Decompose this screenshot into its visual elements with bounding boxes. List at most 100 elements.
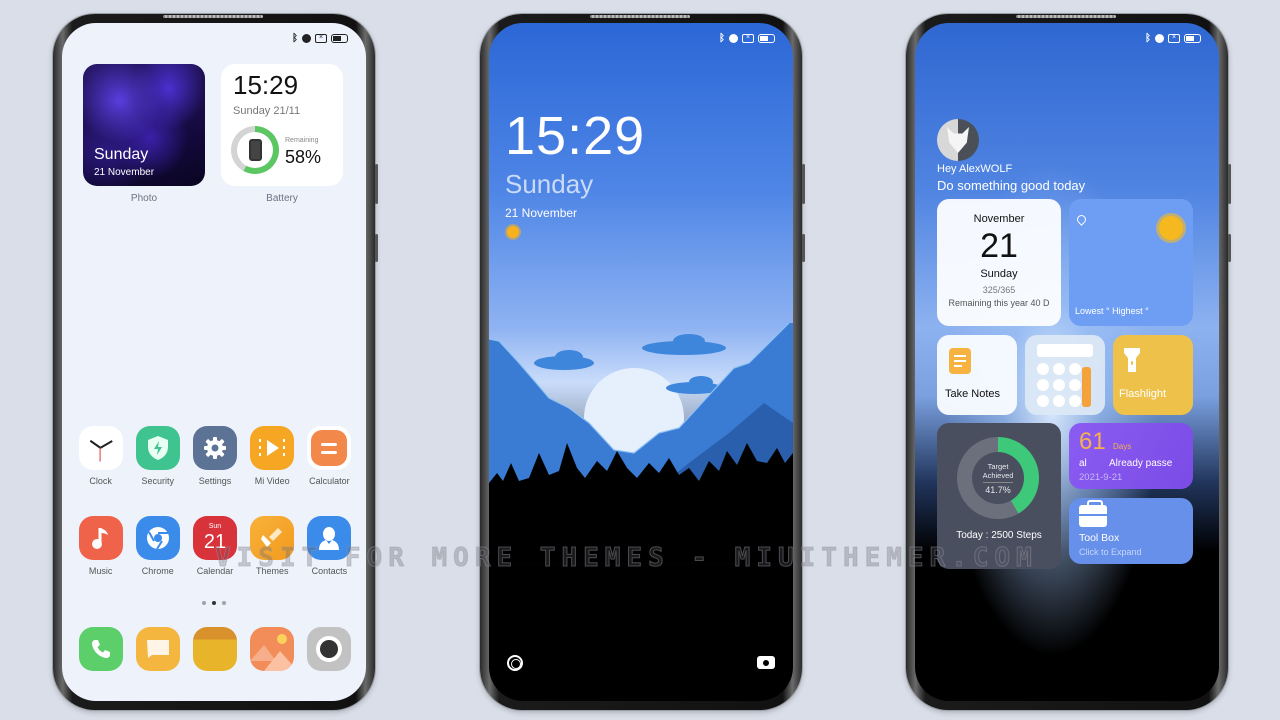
bluetooth-icon: ᛒ bbox=[1145, 33, 1151, 44]
steps-card[interactable]: Target Achieved 41.7% Today : 2500 Steps bbox=[937, 423, 1061, 569]
flashlight-card[interactable]: Flashlight bbox=[1113, 335, 1193, 415]
sun-icon bbox=[507, 226, 519, 238]
calendar-card[interactable]: November 21 Sunday 325/365 Remaining thi… bbox=[937, 199, 1061, 326]
status-bar: ᛒ × bbox=[719, 33, 775, 44]
photo-widget-label: Photo bbox=[130, 193, 158, 204]
app-label: Mi Video bbox=[254, 476, 290, 486]
phone-home-screen: ᛒ × Sunday 21 November Photo 15:29 Sunda… bbox=[53, 14, 378, 710]
wolf-icon bbox=[947, 127, 969, 153]
app-label: Music bbox=[88, 566, 113, 576]
dock-messages[interactable] bbox=[129, 627, 186, 671]
status-bar: ᛒ × bbox=[292, 33, 348, 44]
power-button bbox=[802, 234, 805, 262]
toolbox-card[interactable]: Tool Box Click to Expand bbox=[1069, 498, 1193, 564]
motto: Do something good today bbox=[937, 178, 1086, 193]
steps-percent: 41.7% bbox=[985, 485, 1011, 495]
battery-widget[interactable]: 15:29 Sunday 21/11 Remaining 58% bbox=[221, 64, 343, 186]
app-clock[interactable]: Clock bbox=[72, 426, 129, 486]
year-progress: 325/365 bbox=[982, 285, 1016, 295]
home-screen: ᛒ × Sunday 21 November Photo 15:29 Sunda… bbox=[62, 23, 366, 701]
message-icon bbox=[135, 627, 180, 671]
calendar-day-num: 21 bbox=[203, 531, 227, 553]
dock-phone[interactable] bbox=[72, 627, 129, 671]
lock-screen: ᛒ × 15:29 Sunday 21 November bbox=[489, 23, 793, 701]
dock-camera[interactable] bbox=[301, 627, 358, 671]
power-button bbox=[375, 234, 378, 262]
avatar[interactable] bbox=[937, 119, 979, 161]
app-label: Calendar bbox=[196, 566, 234, 576]
app-security[interactable]: Security bbox=[129, 426, 186, 486]
battery-icon bbox=[331, 34, 348, 43]
no-sim-icon: × bbox=[1168, 34, 1180, 43]
photo-widget-day: Sunday bbox=[94, 146, 149, 163]
app-contacts[interactable]: Contacts bbox=[301, 516, 358, 576]
chrome-icon bbox=[135, 516, 180, 560]
dock-notes[interactable] bbox=[186, 627, 243, 671]
app-chrome[interactable]: Chrome bbox=[129, 516, 186, 576]
battery-widget-label: Battery bbox=[266, 193, 298, 204]
dock bbox=[72, 627, 358, 671]
battery-icon bbox=[758, 34, 775, 43]
sun-icon bbox=[1159, 216, 1183, 240]
page-indicator[interactable] bbox=[62, 601, 366, 605]
phone-icon bbox=[78, 627, 123, 671]
dock-gallery[interactable] bbox=[244, 627, 301, 671]
alarm-icon bbox=[729, 34, 738, 43]
days-unit: Days bbox=[1113, 442, 1132, 451]
app-music[interactable]: Music bbox=[72, 516, 129, 576]
app-calculator[interactable]: Calculator bbox=[301, 426, 358, 486]
status-bar: ᛒ × bbox=[1145, 33, 1201, 44]
days-counter-card[interactable]: 61 Days al Already passe 2021-9-21 bbox=[1069, 423, 1193, 489]
app-calendar[interactable]: Sun 21 Calendar bbox=[186, 516, 243, 576]
power-button bbox=[1228, 234, 1231, 262]
steps-progress-ring: Target Achieved 41.7% bbox=[957, 437, 1039, 519]
app-label: Themes bbox=[255, 566, 289, 576]
volume-button bbox=[1228, 164, 1231, 204]
app-mi-video[interactable]: Mi Video bbox=[244, 426, 301, 486]
battery-icon bbox=[1184, 34, 1201, 43]
app-row-1: Clock Security Settings Mi Video Calcula… bbox=[72, 426, 358, 486]
calendar-day-abbr: Sun bbox=[208, 523, 222, 530]
lock-shortcut-left[interactable] bbox=[507, 655, 523, 671]
mountain-landscape-wallpaper bbox=[489, 322, 793, 563]
volume-button bbox=[802, 164, 805, 204]
flashlight-label: Flashlight bbox=[1119, 388, 1167, 400]
camera-icon bbox=[307, 627, 352, 671]
take-notes-label: Take Notes bbox=[945, 388, 1001, 400]
brush-icon bbox=[250, 516, 295, 560]
flashlight-icon bbox=[1124, 348, 1140, 372]
app-label: Contacts bbox=[311, 566, 348, 576]
battery-percent: 58% bbox=[285, 147, 322, 167]
calculator-icon bbox=[307, 426, 352, 470]
calendar-icon: Sun 21 bbox=[192, 516, 237, 560]
app-label: Security bbox=[141, 476, 175, 486]
calendar-day: 21 bbox=[980, 227, 1018, 265]
calculator-card[interactable] bbox=[1025, 335, 1105, 415]
camera-icon[interactable] bbox=[757, 656, 775, 669]
photo-widget[interactable]: Sunday 21 November bbox=[83, 64, 205, 186]
days-date: 2021-9-21 bbox=[1079, 472, 1123, 483]
toolbox-icon bbox=[1079, 500, 1107, 527]
lock-time: 15:29 bbox=[505, 106, 646, 166]
take-notes-card[interactable]: Take Notes bbox=[937, 335, 1017, 415]
play-icon bbox=[250, 426, 295, 470]
app-label: Clock bbox=[89, 476, 112, 486]
page-dot[interactable] bbox=[222, 601, 226, 605]
person-icon bbox=[307, 516, 352, 560]
location-pin-icon bbox=[1075, 213, 1088, 226]
app-themes[interactable]: Themes bbox=[244, 516, 301, 576]
page-dot-active[interactable] bbox=[212, 601, 216, 605]
toolbox-title: Tool Box bbox=[1079, 532, 1120, 544]
days-number: 61 bbox=[1079, 428, 1106, 455]
greeting: Hey AlexWOLF bbox=[937, 163, 1013, 175]
target-label: Target bbox=[987, 462, 1009, 471]
clock-icon bbox=[78, 426, 123, 470]
app-settings[interactable]: Settings bbox=[186, 426, 243, 486]
battery-widget-date: Sunday 21/11 bbox=[233, 105, 301, 117]
alarm-icon bbox=[302, 34, 311, 43]
steps-today: Today : 2500 Steps bbox=[956, 530, 1042, 541]
calendar-month: November bbox=[973, 213, 1025, 225]
battery-remaining-label: Remaining bbox=[285, 137, 319, 144]
weather-card[interactable]: Lowest ° Highest ° bbox=[1069, 199, 1193, 326]
page-dot[interactable] bbox=[202, 601, 206, 605]
